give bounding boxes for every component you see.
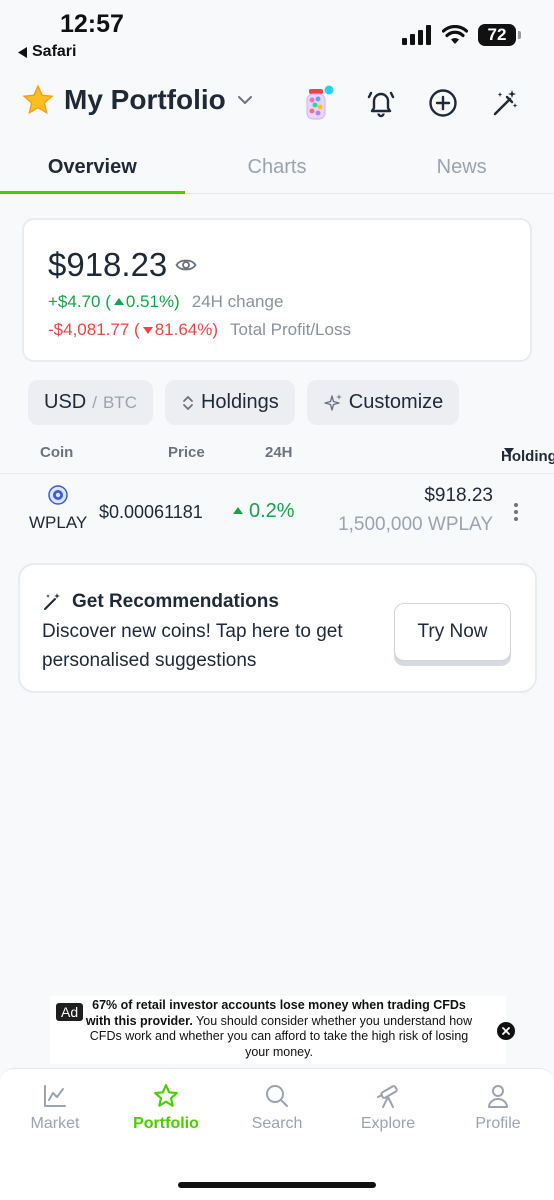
change-24h-label: 24H change bbox=[191, 292, 284, 311]
close-icon bbox=[502, 1027, 510, 1035]
down-arrow-icon bbox=[142, 326, 153, 334]
coin-holdings-value: $918.23 bbox=[424, 485, 493, 506]
nav-explore-label: Explore bbox=[360, 1115, 416, 1132]
app-header: My Portfolio bbox=[0, 80, 554, 128]
add-transaction-button[interactable] bbox=[426, 86, 460, 120]
status-icons: 72 bbox=[402, 24, 521, 46]
profit-loss-percent: 81.64%) bbox=[154, 320, 219, 339]
currency-separator: / bbox=[92, 392, 97, 412]
profit-loss-label: Total Profit/Loss bbox=[230, 320, 351, 339]
up-arrow-icon bbox=[233, 507, 243, 514]
nav-profile-label: Profile bbox=[475, 1115, 521, 1132]
status-bar: 12:57 Safari 72 bbox=[0, 0, 554, 64]
recommendations-title: Get Recommendations bbox=[72, 591, 279, 612]
status-time: 12:57 bbox=[60, 10, 124, 38]
back-triangle-icon bbox=[18, 46, 27, 58]
star-icon bbox=[154, 1084, 178, 1107]
currency-toggle[interactable]: USD / BTC bbox=[28, 380, 153, 425]
nav-explore[interactable]: Explore bbox=[333, 1083, 443, 1133]
ad-text: 67% of retail investor accounts lose mon… bbox=[84, 998, 474, 1060]
more-options-icon[interactable] bbox=[508, 500, 524, 524]
candy-jar-button[interactable] bbox=[302, 85, 336, 120]
table-row[interactable]: WPLAY $0.00061181 0.2% $918.23 1,500,000… bbox=[0, 482, 554, 542]
back-to-safari[interactable]: Safari bbox=[18, 43, 76, 61]
person-icon bbox=[488, 1085, 508, 1108]
coin-price: $0.00061181 bbox=[99, 502, 203, 522]
signal-icon bbox=[402, 25, 431, 45]
eye-icon[interactable] bbox=[175, 257, 197, 273]
magic-wand-icon bbox=[44, 593, 60, 610]
tab-news[interactable]: News bbox=[369, 148, 554, 193]
currency-secondary: BTC bbox=[102, 392, 137, 412]
tab-charts[interactable]: Charts bbox=[185, 148, 370, 193]
nav-portfolio-label: Portfolio bbox=[133, 1115, 199, 1132]
coin-holdings-quantity: 1,500,000 WPLAY bbox=[338, 514, 493, 535]
header-coin[interactable]: Coin bbox=[40, 444, 73, 461]
header-24h[interactable]: 24H bbox=[265, 444, 293, 461]
ad-close-button[interactable] bbox=[497, 1022, 515, 1040]
change-24h-percent: 0.51%) bbox=[125, 292, 180, 311]
coin-change-value: 0.2% bbox=[249, 500, 295, 522]
header-price[interactable]: Price bbox=[168, 444, 205, 461]
change-24h-row: +$4.70 ( 0.51%) 24H change bbox=[48, 292, 283, 312]
plus-circle-icon bbox=[429, 89, 457, 117]
tab-overview[interactable]: Overview bbox=[0, 148, 185, 194]
back-label: Safari bbox=[32, 43, 77, 60]
chevron-down-icon bbox=[237, 96, 252, 104]
try-now-button[interactable]: Try Now bbox=[394, 603, 511, 661]
page-title: My Portfolio bbox=[64, 84, 226, 115]
total-value: $918.23 bbox=[48, 246, 168, 283]
wifi-icon bbox=[442, 25, 468, 44]
customize-label: Customize bbox=[348, 391, 444, 413]
change-24h-amount: +$4.70 ( bbox=[48, 292, 111, 311]
recommendations-title-row: Get Recommendations bbox=[42, 591, 279, 613]
profit-loss-row: -$4,081.77 ( 81.64%) Total Profit/Loss bbox=[48, 320, 351, 340]
nav-search[interactable]: Search bbox=[222, 1083, 332, 1133]
profit-loss-amount: -$4,081.77 ( bbox=[48, 320, 140, 339]
portfolio-selector[interactable]: My Portfolio bbox=[22, 84, 254, 116]
search-icon bbox=[266, 1085, 288, 1107]
telescope-icon bbox=[377, 1085, 398, 1108]
tab-bar: Overview Charts News bbox=[0, 148, 554, 194]
nav-market[interactable]: Market bbox=[0, 1083, 110, 1133]
up-arrow-icon bbox=[113, 297, 124, 305]
ad-banner[interactable]: 67% of retail investor accounts lose mon… bbox=[50, 996, 515, 1064]
nav-profile[interactable]: Profile bbox=[443, 1083, 553, 1133]
total-value-row: $918.23 bbox=[48, 246, 197, 284]
sort-desc-icon bbox=[504, 448, 514, 455]
chart-icon bbox=[44, 1085, 66, 1107]
portfolio-summary-card: $918.23 +$4.70 ( 0.51%) 24H change -$4,0… bbox=[22, 218, 532, 362]
coin-symbol: WPLAY bbox=[29, 513, 88, 532]
ad-badge: Ad bbox=[56, 1003, 84, 1021]
currency-primary: USD bbox=[44, 391, 87, 413]
nav-market-label: Market bbox=[30, 1115, 80, 1132]
nav-portfolio[interactable]: Portfolio bbox=[111, 1083, 221, 1133]
header-actions bbox=[302, 85, 522, 120]
sparkle-icon bbox=[324, 393, 342, 411]
filter-row: USD / BTC Holdings Customize bbox=[28, 380, 460, 425]
bell-icon bbox=[367, 91, 395, 118]
candy-jar-icon bbox=[306, 85, 334, 120]
recommendations-description: Discover new coins! Tap here to get pers… bbox=[42, 621, 343, 671]
nav-search-label: Search bbox=[251, 1115, 303, 1132]
holdings-chip-label: Holdings bbox=[200, 391, 279, 413]
customize-button[interactable]: Customize bbox=[306, 380, 460, 425]
wplay-coin-logo bbox=[48, 485, 68, 505]
bottom-nav: Market Portfolio Search Explore Profile bbox=[0, 1068, 554, 1200]
magic-button[interactable] bbox=[488, 86, 522, 120]
battery-indicator: 72 bbox=[478, 24, 521, 46]
magic-wand-icon bbox=[493, 90, 518, 116]
sort-holdings-button[interactable]: Holdings bbox=[164, 380, 295, 425]
home-indicator[interactable] bbox=[178, 1182, 376, 1188]
star-emoji-icon bbox=[22, 84, 54, 115]
holdings-table-header: Coin Price 24H Holdings bbox=[0, 440, 554, 474]
sort-icon bbox=[183, 395, 193, 410]
notifications-button[interactable] bbox=[364, 86, 398, 120]
recommendations-card[interactable]: Get Recommendations Discover new coins! … bbox=[18, 563, 537, 693]
coin-change: 0.2% bbox=[230, 500, 295, 523]
